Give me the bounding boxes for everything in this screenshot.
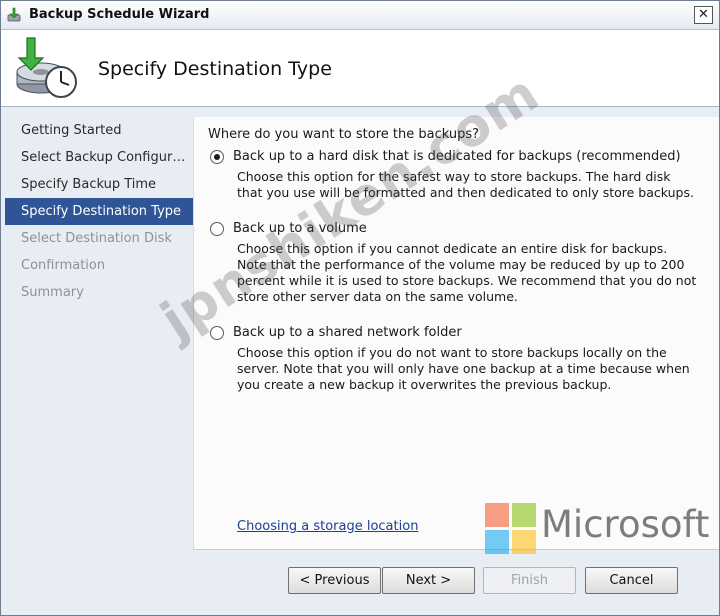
network-folder-radio[interactable]: [210, 325, 224, 340]
button-bar: < Previous Next > Finish Cancel: [193, 549, 719, 615]
finish-button: Finish: [483, 567, 576, 594]
volume-label[interactable]: Back up to a volume: [233, 221, 367, 236]
dedicated-disk-description: Choose this option for the safest way to…: [237, 169, 694, 200]
previous-button[interactable]: < Previous: [288, 567, 381, 594]
storage-location-help-link[interactable]: Choosing a storage location: [237, 519, 418, 534]
wizard-window: Backup Schedule Wizard ✕ Specify Destina…: [0, 0, 720, 616]
volume-radio[interactable]: [210, 221, 224, 236]
content-panel: Where do you want to store the backups? …: [193, 117, 719, 549]
nav-step-getting-started[interactable]: Getting Started: [5, 117, 193, 144]
nav-step-select-destination-disk: Select Destination Disk: [21, 231, 172, 246]
option-volume: Back up to a volume Choose this option i…: [210, 221, 706, 305]
nav-step-summary: Summary: [21, 285, 84, 300]
network-folder-label[interactable]: Back up to a shared network folder: [233, 325, 462, 340]
backup-schedule-icon: [16, 37, 77, 98]
microsoft-logo-icon: [485, 503, 536, 554]
nav-step-specify-destination-type[interactable]: Specify Destination Type: [5, 198, 193, 225]
network-folder-description: Choose this option if you do not want to…: [237, 345, 690, 392]
network-folder-radio-row[interactable]: Back up to a shared network folder: [210, 325, 706, 340]
volume-description: Choose this option if you cannot dedicat…: [237, 241, 697, 304]
window-title: Backup Schedule Wizard: [29, 7, 210, 22]
nav-step-specify-backup-time[interactable]: Specify Backup Time: [5, 171, 193, 198]
close-icon: ✕: [698, 7, 709, 22]
volume-radio-row[interactable]: Back up to a volume: [210, 221, 706, 236]
dedicated-disk-label[interactable]: Back up to a hard disk that is dedicated…: [233, 149, 681, 164]
wizard-header: Specify Destination Type: [1, 30, 719, 107]
nav-step-confirmation: Confirmation: [21, 258, 106, 273]
destination-question: Where do you want to store the backups?: [208, 127, 480, 142]
cancel-button[interactable]: Cancel: [585, 567, 678, 594]
title-bar: Backup Schedule Wizard ✕: [1, 1, 719, 30]
dedicated-disk-radio[interactable]: [210, 149, 224, 164]
dedicated-disk-radio-row[interactable]: Back up to a hard disk that is dedicated…: [210, 149, 706, 164]
backup-app-icon: [7, 7, 21, 22]
page-title: Specify Destination Type: [98, 58, 332, 80]
microsoft-watermark-text: Microsoft: [541, 503, 710, 546]
option-dedicated-disk: Back up to a hard disk that is dedicated…: [210, 149, 706, 201]
next-button[interactable]: Next >: [382, 567, 475, 594]
option-network-folder: Back up to a shared network folder Choos…: [210, 325, 706, 393]
close-button[interactable]: ✕: [694, 6, 713, 24]
nav-step-select-backup-configuration[interactable]: Select Backup Configur…: [5, 144, 193, 171]
wizard-steps-nav: Getting Started Select Backup Configur… …: [5, 117, 193, 306]
